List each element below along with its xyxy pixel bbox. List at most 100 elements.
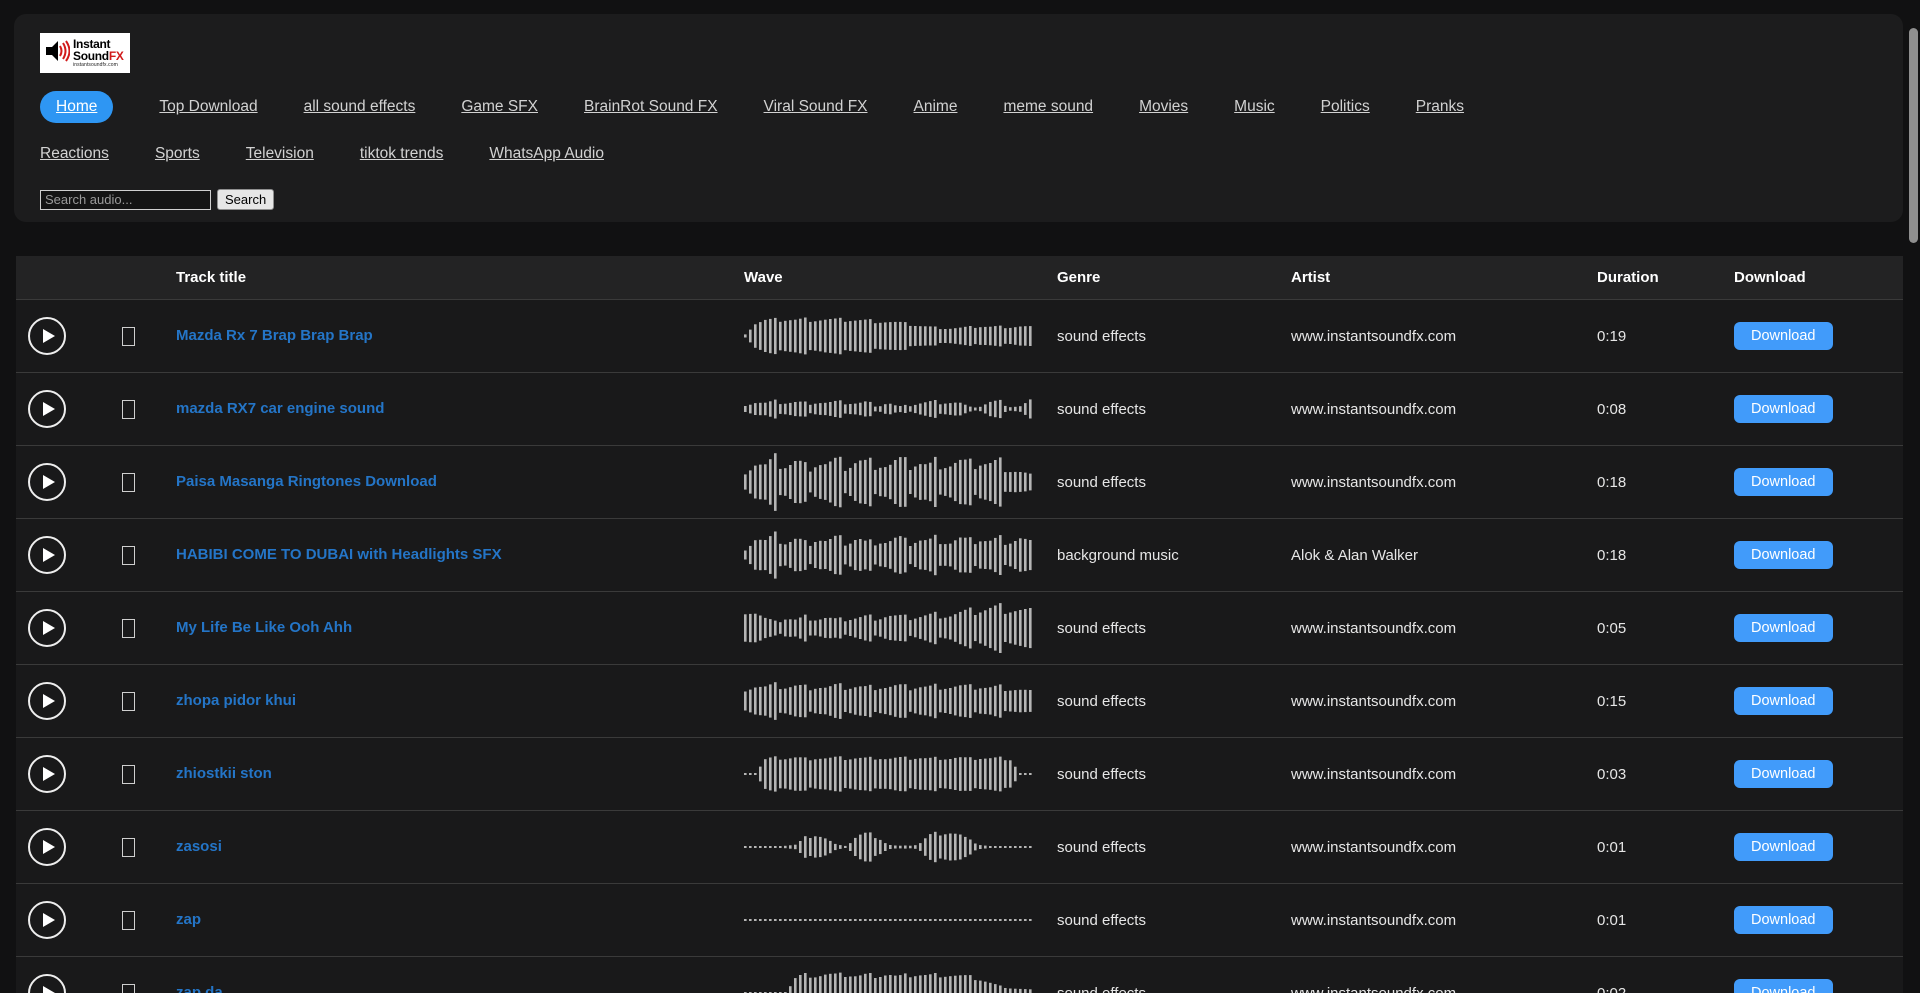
track-title-link[interactable]: Mazda Rx 7 Brap Brap Brap	[176, 327, 373, 344]
search-button[interactable]: Search	[217, 189, 274, 210]
track-title-link[interactable]: My Life Be Like Ooh Ahh	[176, 619, 352, 636]
track-genre: background music	[1057, 547, 1291, 564]
logo-line-soundfx: SoundFX	[73, 50, 124, 62]
missing-glyph-icon	[122, 473, 135, 492]
missing-glyph-icon	[122, 546, 135, 565]
table-body: Mazda Rx 7 Brap Brap Brap sound effects …	[16, 300, 1903, 993]
track-duration: 0:08	[1597, 401, 1718, 418]
nav-link-top-download[interactable]: Top Download	[159, 98, 257, 116]
track-duration: 0:05	[1597, 620, 1718, 637]
waveform	[744, 671, 1057, 731]
download-button[interactable]: Download	[1734, 760, 1833, 788]
play-icon	[43, 329, 55, 343]
track-duration: 0:19	[1597, 328, 1718, 345]
nav-link-television[interactable]: Television	[246, 145, 314, 163]
nav-link-tiktok-trends[interactable]: tiktok trends	[360, 145, 444, 163]
track-duration: 0:03	[1597, 766, 1718, 783]
play-icon	[43, 913, 55, 927]
nav-link-game-sfx[interactable]: Game SFX	[461, 98, 538, 116]
logo-subtitle: instantsoundfx.com	[73, 63, 124, 68]
track-genre: sound effects	[1057, 401, 1291, 418]
play-icon	[43, 475, 55, 489]
play-button[interactable]	[28, 536, 66, 574]
header-duration: Duration	[1597, 269, 1718, 286]
play-icon	[43, 840, 55, 854]
track-row: mazda RX7 car engine sound sound effects…	[16, 373, 1903, 446]
nav-link-music[interactable]: Music	[1234, 98, 1274, 116]
track-duration: 0:18	[1597, 547, 1718, 564]
nav-link-meme-sound[interactable]: meme sound	[1003, 98, 1093, 116]
play-button[interactable]	[28, 390, 66, 428]
waveform	[744, 452, 1057, 512]
nav-link-movies[interactable]: Movies	[1139, 98, 1188, 116]
scrollbar-thumb[interactable]	[1909, 28, 1918, 243]
download-button[interactable]: Download	[1734, 614, 1833, 642]
header-card: Instant SoundFX instantsoundfx.com Home …	[14, 14, 1903, 222]
play-button[interactable]	[28, 317, 66, 355]
nav-link-all-sound-effects[interactable]: all sound effects	[304, 98, 416, 116]
track-title-link[interactable]: zap da	[176, 984, 223, 993]
download-button[interactable]: Download	[1734, 541, 1833, 569]
nav-link-whatsapp-audio[interactable]: WhatsApp Audio	[489, 145, 604, 163]
track-row: HABIBI COME TO DUBAI with Headlights SFX…	[16, 519, 1903, 592]
nav-link-politics[interactable]: Politics	[1321, 98, 1370, 116]
nav-link-reactions[interactable]: Reactions	[40, 145, 109, 163]
waveform	[744, 817, 1057, 877]
track-artist: www.instantsoundfx.com	[1291, 693, 1597, 710]
site-logo[interactable]: Instant SoundFX instantsoundfx.com	[40, 33, 130, 73]
waveform	[744, 525, 1057, 585]
track-duration: 0:18	[1597, 474, 1718, 491]
nav-link-sports[interactable]: Sports	[155, 145, 200, 163]
download-button[interactable]: Download	[1734, 979, 1833, 993]
download-button[interactable]: Download	[1734, 322, 1833, 350]
track-title-link[interactable]: zhiostkii ston	[176, 765, 272, 782]
download-button[interactable]: Download	[1734, 395, 1833, 423]
play-icon	[43, 621, 55, 635]
track-row: My Life Be Like Ooh Ahh sound effects ww…	[16, 592, 1903, 665]
track-row: zap da sound effects www.instantsoundfx.…	[16, 957, 1903, 993]
missing-glyph-icon	[122, 838, 135, 857]
track-row: zasosi sound effects www.instantsoundfx.…	[16, 811, 1903, 884]
track-duration: 0:01	[1597, 912, 1718, 929]
track-row: zhiostkii ston sound effects www.instant…	[16, 738, 1903, 811]
track-title-link[interactable]: mazda RX7 car engine sound	[176, 400, 384, 417]
nav-link-home[interactable]: Home	[40, 91, 113, 123]
nav-link-viral-sound-fx[interactable]: Viral Sound FX	[764, 98, 868, 116]
track-title-link[interactable]: zasosi	[176, 838, 222, 855]
track-artist: www.instantsoundfx.com	[1291, 620, 1597, 637]
play-button[interactable]	[28, 974, 66, 993]
nav-link-brainrot-sound-fx[interactable]: BrainRot Sound FX	[584, 98, 718, 116]
header-artist: Artist	[1291, 269, 1597, 286]
track-duration: 0:15	[1597, 693, 1718, 710]
download-button[interactable]: Download	[1734, 833, 1833, 861]
speaker-icon	[44, 38, 70, 69]
track-genre: sound effects	[1057, 839, 1291, 856]
play-button[interactable]	[28, 463, 66, 501]
waveform	[744, 744, 1057, 804]
search-input[interactable]	[40, 190, 211, 210]
track-genre: sound effects	[1057, 912, 1291, 929]
download-button[interactable]: Download	[1734, 687, 1833, 715]
play-button[interactable]	[28, 901, 66, 939]
play-button[interactable]	[28, 609, 66, 647]
track-title-link[interactable]: zhopa pidor khui	[176, 692, 296, 709]
waveform	[744, 963, 1057, 993]
scrollbar[interactable]	[1909, 28, 1918, 993]
track-artist: www.instantsoundfx.com	[1291, 474, 1597, 491]
play-button[interactable]	[28, 828, 66, 866]
track-title-link[interactable]: Paisa Masanga Ringtones Download	[176, 473, 437, 490]
nav-link-anime[interactable]: Anime	[914, 98, 958, 116]
download-button[interactable]: Download	[1734, 468, 1833, 496]
play-button[interactable]	[28, 755, 66, 793]
nav-link-pranks[interactable]: Pranks	[1416, 98, 1464, 116]
track-title-link[interactable]: HABIBI COME TO DUBAI with Headlights SFX	[176, 546, 502, 563]
track-artist: www.instantsoundfx.com	[1291, 328, 1597, 345]
track-genre: sound effects	[1057, 985, 1291, 993]
track-title-link[interactable]: zap	[176, 911, 201, 928]
download-button[interactable]: Download	[1734, 906, 1833, 934]
play-icon	[43, 986, 55, 993]
play-button[interactable]	[28, 682, 66, 720]
waveform	[744, 598, 1057, 658]
track-artist: www.instantsoundfx.com	[1291, 401, 1597, 418]
missing-glyph-icon	[122, 692, 135, 711]
